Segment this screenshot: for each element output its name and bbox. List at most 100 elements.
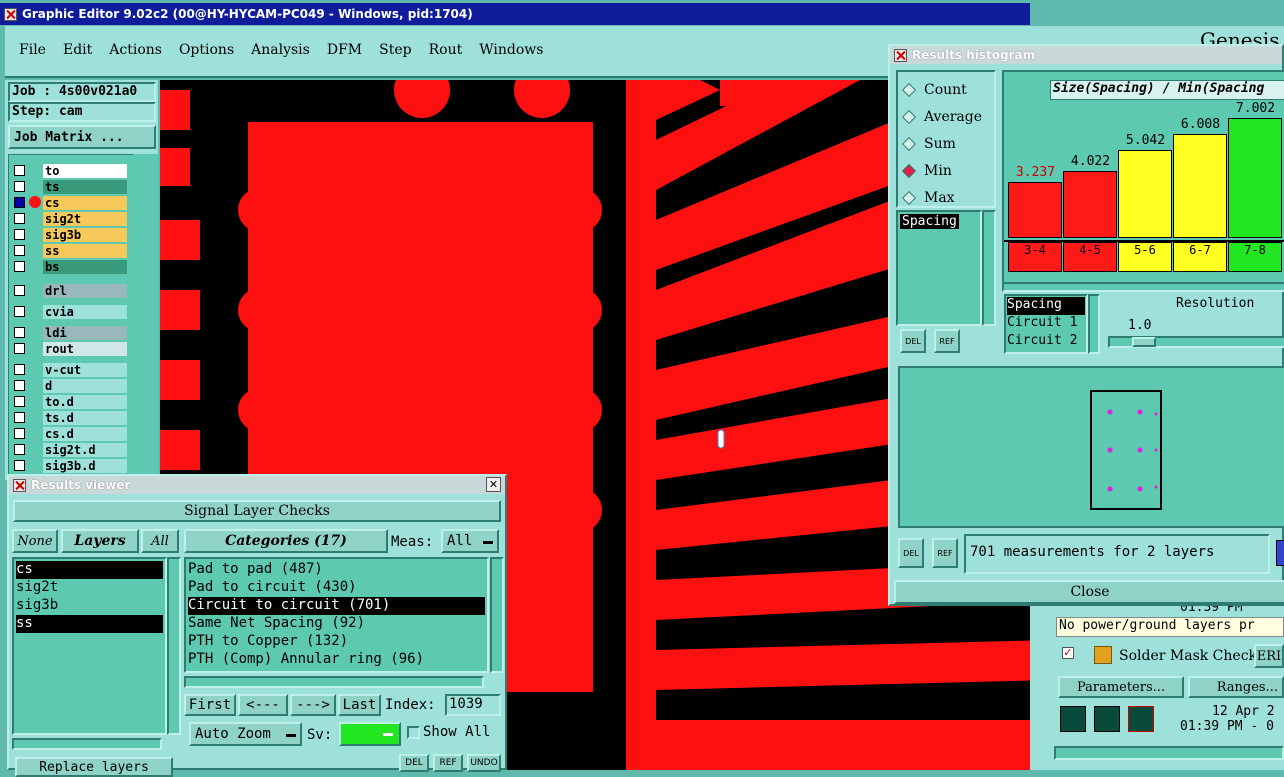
layer-checkbox[interactable]: [14, 261, 25, 272]
erf-hscroll[interactable]: [1054, 746, 1284, 760]
layer-name[interactable]: cvia: [43, 304, 127, 319]
bar-range-label[interactable]: 5-6: [1118, 242, 1172, 272]
layer-name[interactable]: sig3b: [43, 227, 127, 242]
layer-name[interactable]: sig3b.d: [43, 458, 127, 473]
attribute-item[interactable]: Spacing: [1007, 297, 1085, 315]
measure-scrollbar[interactable]: [982, 210, 996, 326]
layer-name[interactable]: v-cut: [43, 362, 127, 377]
category-item[interactable]: PTH to Copper (132): [188, 633, 485, 651]
layers-button[interactable]: Layers: [61, 529, 139, 553]
next-button[interactable]: --->: [290, 694, 336, 716]
layer-row-d[interactable]: d: [9, 378, 127, 393]
layer-name[interactable]: ts: [43, 179, 127, 194]
none-button[interactable]: None: [12, 529, 58, 553]
categories-list[interactable]: Pad to pad (487) Pad to circuit (430) Circ…: [184, 557, 489, 673]
layer-row-cs[interactable]: cs: [9, 195, 127, 210]
menu-edit[interactable]: Edit: [63, 42, 92, 58]
radio-icon[interactable]: [901, 136, 917, 151]
parameters-button[interactable]: Parameters...: [1058, 676, 1184, 698]
layer-list-scrollbar[interactable]: [133, 154, 158, 480]
bar-range-label[interactable]: 4-5: [1063, 242, 1117, 272]
histogram-bar[interactable]: [1173, 134, 1227, 238]
erf-button[interactable]: ERI: [1254, 644, 1284, 668]
layer-row-rout[interactable]: rout: [9, 341, 127, 356]
layer-row-sig2t.d[interactable]: sig2t.d: [9, 442, 127, 457]
layer-name[interactable]: to.d: [43, 394, 127, 409]
severity-dropdown[interactable]: [339, 722, 401, 746]
layer-name[interactable]: sig2t.d: [43, 442, 127, 457]
layer-checkbox[interactable]: [14, 412, 25, 423]
option-sum[interactable]: Sum: [901, 130, 994, 157]
histogram-bar[interactable]: [1118, 150, 1172, 238]
layer-name[interactable]: rout: [43, 341, 127, 356]
layer-results-list[interactable]: cs sig2t sig3b ss: [12, 557, 167, 735]
layer-checkbox[interactable]: [14, 428, 25, 439]
layer-checkbox[interactable]: [14, 285, 25, 296]
layer-name[interactable]: ts.d: [43, 410, 127, 425]
first-button[interactable]: First: [184, 694, 236, 716]
layer-checkbox[interactable]: [14, 229, 25, 240]
layer-checkbox[interactable]: [14, 343, 25, 354]
layer-row-ldi[interactable]: ldi: [9, 325, 127, 340]
measure-item[interactable]: Spacing: [900, 214, 959, 229]
layer-checkbox[interactable]: [14, 165, 25, 176]
histogram-bar[interactable]: [1008, 182, 1062, 238]
close-icon[interactable]: ✕: [486, 477, 501, 492]
layer-name[interactable]: cs.d: [43, 426, 127, 441]
bar-range-label[interactable]: 3-4: [1008, 242, 1062, 272]
layer-row-ts.d[interactable]: ts.d: [9, 410, 127, 425]
preview-del-button[interactable]: DEL: [898, 538, 924, 568]
meas-dropdown[interactable]: All: [441, 529, 499, 553]
all-layers-button[interactable]: All: [141, 529, 179, 553]
layer-name[interactable]: sig2t: [43, 211, 127, 226]
layer-checkbox[interactable]: [14, 327, 25, 338]
ranges-button[interactable]: Ranges...: [1188, 676, 1284, 698]
layer-checkbox[interactable]: [14, 444, 25, 455]
option-min[interactable]: Min: [901, 157, 994, 184]
categories-scrollbar[interactable]: [490, 557, 504, 673]
menu-options[interactable]: Options: [179, 42, 234, 58]
radio-icon[interactable]: [901, 190, 917, 205]
categories-hscroll[interactable]: [184, 676, 484, 688]
run-all-icon[interactable]: [1094, 706, 1120, 732]
result-layer-item[interactable]: sig2t: [16, 579, 163, 597]
previous-button[interactable]: <---: [238, 694, 288, 716]
option-max[interactable]: Max: [901, 184, 994, 211]
attribute-scrollbar[interactable]: [1088, 294, 1100, 354]
layer-checkbox[interactable]: [14, 181, 25, 192]
layer-row-ss[interactable]: ss: [9, 243, 127, 258]
attribute-item[interactable]: Circuit 1: [1007, 315, 1085, 333]
run-icon[interactable]: [1060, 706, 1086, 732]
measure-list[interactable]: Spacing: [896, 210, 982, 326]
bar-range-label[interactable]: 6-7: [1173, 242, 1227, 272]
attribute-item[interactable]: Circuit 2: [1007, 333, 1085, 351]
layer-row-drl[interactable]: drl: [9, 283, 127, 298]
radio-icon[interactable]: [901, 82, 917, 97]
histogram-ref-button[interactable]: REF: [934, 329, 960, 353]
layer-row-to.d[interactable]: to.d: [9, 394, 127, 409]
category-item[interactable]: Same Net Spacing (92): [188, 615, 485, 633]
layer-row-ts[interactable]: ts: [9, 179, 127, 194]
attribute-list[interactable]: Spacing Circuit 1 Circuit 2: [1004, 294, 1088, 354]
close-button[interactable]: Close: [894, 580, 1284, 604]
layer-name[interactable]: bs: [43, 259, 127, 274]
result-layer-item[interactable]: sig3b: [16, 597, 163, 615]
layer-row-bs[interactable]: bs: [9, 259, 127, 274]
layer-name[interactable]: to: [43, 163, 127, 178]
layer-checkbox[interactable]: [14, 460, 25, 471]
histogram-del-button[interactable]: DEL: [900, 329, 926, 353]
check-icon[interactable]: ✓: [1062, 647, 1074, 659]
categories-button[interactable]: Categories (17): [184, 529, 388, 553]
preview-ref-button[interactable]: REF: [932, 538, 958, 568]
layer-checkbox[interactable]: [14, 197, 25, 208]
layer-name[interactable]: drl: [43, 283, 127, 298]
bar-range-label[interactable]: 7-8: [1228, 242, 1282, 272]
radio-icon[interactable]: [901, 109, 917, 124]
layer-row-cvia[interactable]: cvia: [9, 304, 127, 319]
resolution-slider[interactable]: [1108, 336, 1284, 348]
layer-name[interactable]: ss: [43, 243, 127, 258]
menu-file[interactable]: File: [19, 42, 46, 58]
layer-row-cs.d[interactable]: cs.d: [9, 426, 127, 441]
histogram-bar[interactable]: [1063, 171, 1117, 238]
category-item[interactable]: PTH (Comp) Annular ring (96): [188, 651, 485, 669]
